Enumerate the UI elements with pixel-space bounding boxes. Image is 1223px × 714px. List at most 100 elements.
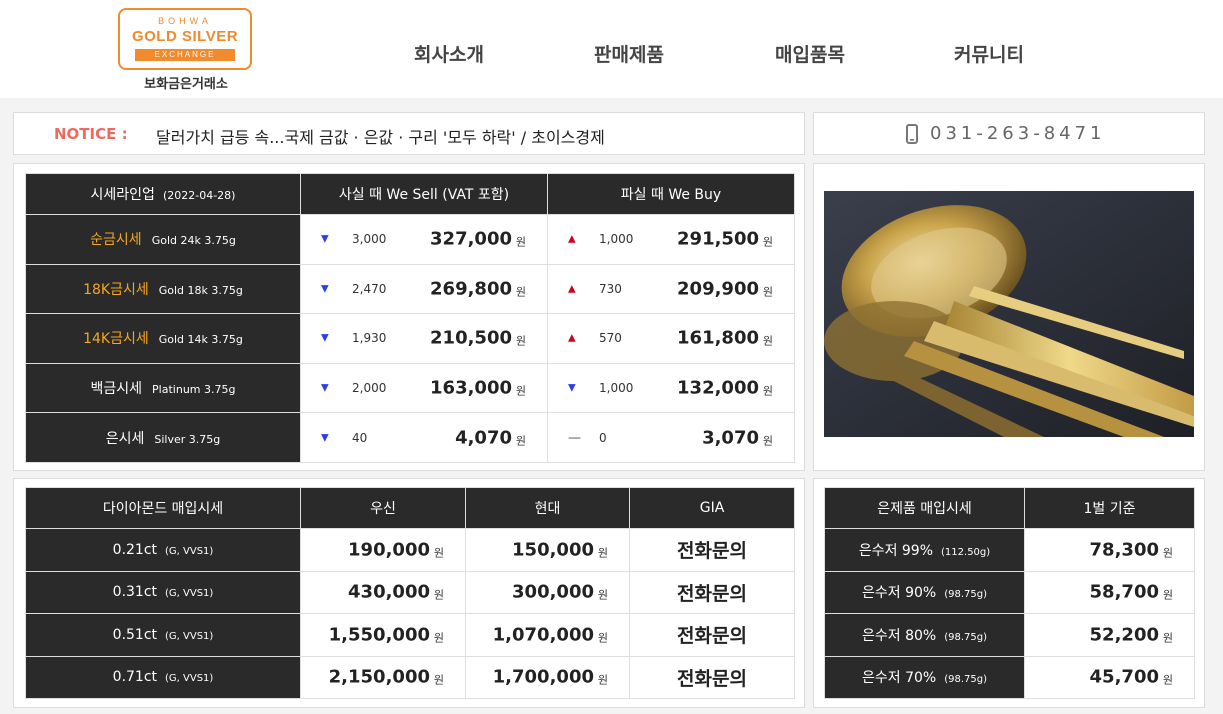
price-table: 시세라인업 (2022-04-28) 사실 때 We Sell (VAT 포함) … (25, 173, 795, 463)
nav-item-products[interactable]: 판매제품 (594, 40, 664, 67)
site-header: BOHWA GOLD SILVER EXCHANGE 보화금은거래소 회사소개 … (0, 0, 1223, 98)
silver-item-name: 은수저 99% (858, 542, 934, 559)
diamond-row: 0.71ct (G, VVS1) 2,150,000 원 1,700,000 원 전화문의 (25, 655, 795, 699)
price-header-title: 시세라인업 (2022-04-28) (25, 173, 301, 215)
sell-change: 3,000 (352, 232, 387, 247)
diamond-gia-inquiry: 전화문의 (629, 528, 795, 572)
diamond-row: 0.31ct (G, VVS1) 430,000 원 300,000 원 전화문의 (25, 570, 795, 614)
price-row-label: 18K금시세 Gold 18k 3.75g (25, 263, 301, 315)
logo-korean-name: 보화금은거래소 (144, 77, 228, 92)
site-logo[interactable]: BOHWA GOLD SILVER EXCHANGE 보화금은거래소 (118, 8, 254, 92)
buy-price-cell: ▲ 570 161,800 원 (547, 313, 795, 364)
diamond-wooshin-cell: 2,150,000 원 (300, 655, 466, 699)
currency-unit: 원 (515, 434, 526, 448)
nav-item-purchase[interactable]: 매입품목 (775, 40, 845, 67)
silver-price-cell: 52,200 원 (1024, 613, 1195, 657)
diamond-table: 다이아몬드 매입시세 우신 현대 GIA 0.21ct (G, VVS1) 190,… (25, 487, 795, 699)
diamond-wooshin-cell: 190,000 원 (300, 528, 466, 572)
diamond-carat: 0.71ct (112, 669, 158, 686)
silver-row: 은수저 99% (112.50g) 78,300 원 (824, 528, 1195, 572)
silver-row-label: 은수저 99% (112.50g) (824, 528, 1025, 572)
diamond-carat: 0.51ct (112, 626, 158, 643)
silver-price: 52,200 (1089, 624, 1159, 646)
silver-row: 은수저 70% (98.75g) 45,700 원 (824, 655, 1195, 699)
silver-item-weight: (98.75g) (944, 589, 987, 601)
silver-price: 78,300 (1089, 539, 1159, 561)
diamond-grade: (G, VVS1) (165, 673, 214, 685)
phone-number[interactable]: 031-263-8471 (930, 123, 1106, 144)
price-header-buy: 파실 때 We Buy (547, 173, 795, 215)
logo-top-text: BOHWA (158, 16, 212, 26)
price-row-label: 14K금시세 Gold 14k 3.75g (25, 313, 301, 364)
arrow-up-icon: ▲ (568, 332, 576, 344)
notice-headline-link[interactable]: 달러가치 급등 속...국제 금값 · 은값 · 구리 '모두 하락' / 초이… (156, 124, 605, 148)
currency-unit: 원 (762, 334, 773, 348)
price-row: 은시세 Silver 3.75g ▼ 40 4,070 원 —0 3,070 원 (25, 412, 795, 463)
price-row: 18K금시세 Gold 18k 3.75g ▼ 2,470 269,800 원 ▲ 730 20… (25, 263, 795, 315)
diamond-header-gia: GIA (629, 487, 795, 529)
sell-price-cell: ▼ 2,470 269,800 원 (300, 263, 548, 315)
arrow-up-icon: ▲ (568, 283, 576, 295)
diamond-hyundai-cell: 300,000 원 (465, 570, 630, 614)
diamond-carat: 0.31ct (112, 584, 158, 601)
currency-unit: 원 (433, 631, 444, 645)
price-item-spec: Gold 14k 3.75g (158, 333, 243, 347)
buy-price-cell: — 0 3,070 원 (547, 412, 795, 463)
currency-unit: 원 (597, 546, 608, 560)
currency-unit: 원 (1162, 546, 1173, 560)
diamond-wooshin-price: 2,150,000 (328, 666, 430, 688)
currency-unit: 원 (597, 631, 608, 645)
sell-price: 210,500 (430, 327, 512, 349)
silver-row: 은수저 90% (98.75g) 58,700 원 (824, 570, 1195, 614)
diamond-row-label: 0.31ct (G, VVS1) (25, 570, 301, 614)
silver-header-basis: 1벌 기준 (1024, 487, 1195, 529)
silver-item-weight: (98.75g) (944, 631, 987, 643)
diamond-wooshin-price: 190,000 (348, 539, 430, 561)
nav-item-company[interactable]: 회사소개 (414, 40, 484, 67)
diamond-hyundai-price: 300,000 (512, 581, 594, 603)
arrow-down-icon: ▼ (321, 432, 329, 444)
arrow-up-icon: ▲ (568, 233, 576, 245)
diamond-wooshin-cell: 430,000 원 (300, 570, 466, 614)
diamond-header-title: 다이아몬드 매입시세 (25, 487, 301, 529)
price-header-sell: 사실 때 We Sell (VAT 포함) (300, 173, 548, 215)
sell-change: 40 (352, 430, 368, 445)
sell-price: 163,000 (430, 377, 512, 399)
currency-unit: 원 (515, 334, 526, 348)
diamond-row: 0.51ct (G, VVS1) 1,550,000 원 1,070,000 원 전화문의 (25, 613, 795, 657)
nav-item-community[interactable]: 커뮤니티 (954, 40, 1024, 67)
diamond-wooshin-cell: 1,550,000 원 (300, 613, 466, 657)
arrow-down-icon: ▼ (568, 382, 576, 394)
phone-box: 031-263-8471 (813, 112, 1205, 155)
sell-price: 269,800 (430, 278, 512, 300)
arrow-down-icon: ▼ (321, 382, 329, 394)
sell-change: 2,470 (352, 281, 387, 296)
currency-unit: 원 (433, 546, 444, 560)
notice-bar: NOTICE : 달러가치 급등 속...국제 금값 · 은값 · 구리 '모두… (13, 112, 805, 155)
silver-price-cell: 78,300 원 (1024, 528, 1195, 572)
price-item-spec: Gold 24k 3.75g (151, 234, 236, 248)
silver-item-weight: (112.50g) (941, 546, 991, 558)
sell-change: 1,930 (352, 331, 387, 346)
diamond-header-hyundai: 현대 (465, 487, 630, 529)
diamond-wooshin-price: 430,000 (348, 581, 430, 603)
price-item-name: 백금시세 (90, 381, 143, 398)
sell-change: 2,000 (352, 381, 387, 396)
silver-panel: 은제품 매입시세 1벌 기준 은수저 99% (112.50g) 78,300 원 은수… (813, 478, 1205, 708)
diamond-hyundai-cell: 1,070,000 원 (465, 613, 630, 657)
currency-unit: 원 (597, 673, 608, 687)
price-row-label: 은시세 Silver 3.75g (25, 412, 301, 463)
diamond-row-label: 0.21ct (G, VVS1) (25, 528, 301, 572)
price-item-name: 18K금시세 (83, 281, 149, 298)
currency-unit: 원 (515, 285, 526, 299)
sell-price-cell: ▼ 40 4,070 원 (300, 412, 548, 463)
dash-icon: — (568, 430, 581, 446)
logo-main-text: GOLD SILVER (131, 28, 239, 45)
diamond-row-label: 0.71ct (G, VVS1) (25, 655, 301, 699)
diamond-gia-inquiry: 전화문의 (629, 655, 795, 699)
buy-change: 0 (599, 430, 607, 445)
diamond-grade: (G, VVS1) (165, 630, 214, 642)
currency-unit: 원 (433, 673, 444, 687)
sell-price: 4,070 (455, 427, 512, 449)
diamond-gia-inquiry: 전화문의 (629, 613, 795, 657)
